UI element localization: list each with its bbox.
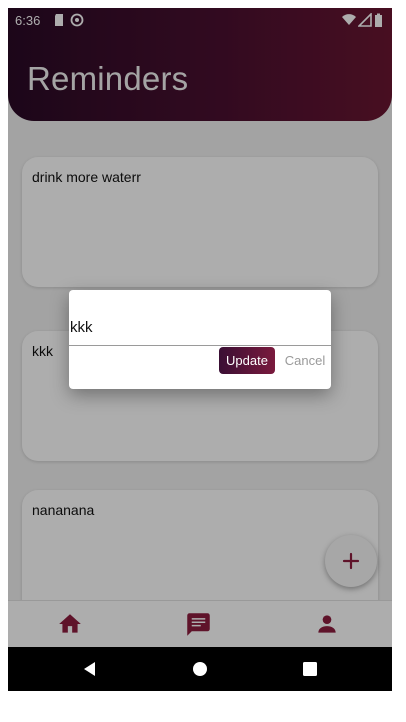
phone-screen: 6:36 Reminders drink more waterr kkk nan: [8, 8, 392, 691]
home-circle-icon[interactable]: [190, 659, 210, 679]
system-nav-bar: [8, 647, 392, 691]
reminder-input[interactable]: [69, 310, 331, 346]
edit-reminder-dialog: Update Cancel: [69, 290, 331, 389]
back-icon[interactable]: [80, 659, 100, 679]
recents-icon[interactable]: [300, 659, 320, 679]
cancel-button[interactable]: Cancel: [281, 347, 329, 374]
update-button[interactable]: Update: [219, 347, 275, 374]
